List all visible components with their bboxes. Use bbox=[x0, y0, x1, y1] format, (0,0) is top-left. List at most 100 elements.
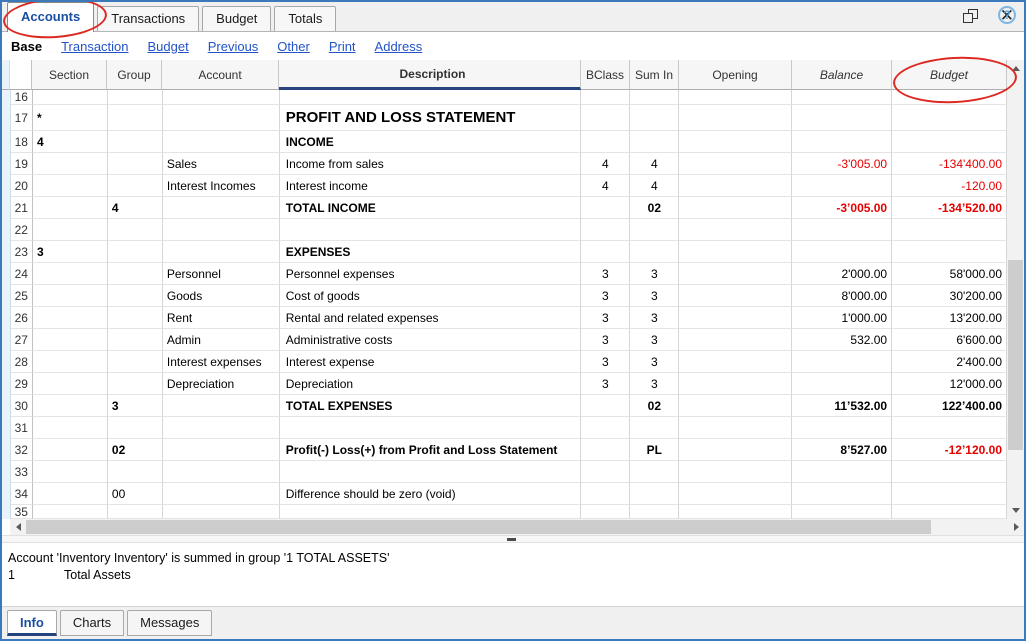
cell-budget[interactable] bbox=[892, 461, 1007, 483]
cell-section[interactable] bbox=[32, 505, 108, 519]
cell-account[interactable] bbox=[162, 131, 280, 153]
cell-section[interactable] bbox=[32, 175, 108, 197]
cell-account[interactable] bbox=[162, 197, 280, 219]
cell-account[interactable]: Sales bbox=[162, 153, 280, 175]
cell-section[interactable] bbox=[32, 197, 108, 219]
cell-bclass[interactable] bbox=[581, 461, 631, 483]
cell-opening[interactable] bbox=[679, 461, 793, 483]
cell-account[interactable] bbox=[162, 105, 280, 131]
cell-budget[interactable]: -120.00 bbox=[892, 175, 1007, 197]
cell-desc[interactable] bbox=[279, 461, 582, 483]
cell-group[interactable] bbox=[107, 307, 163, 329]
cell-account[interactable] bbox=[162, 461, 280, 483]
cell-sumin[interactable]: 4 bbox=[630, 175, 680, 197]
cell-bclass[interactable] bbox=[581, 505, 631, 519]
column-header-desc[interactable]: Description bbox=[279, 60, 581, 90]
scroll-right-icon[interactable] bbox=[1008, 519, 1024, 535]
cell-budget[interactable]: 6'600.00 bbox=[892, 329, 1007, 351]
cell-sumin[interactable]: 02 bbox=[630, 197, 680, 219]
cell-account[interactable]: Interest Incomes bbox=[162, 175, 280, 197]
cell-sumin[interactable]: 3 bbox=[630, 373, 680, 395]
cell-group[interactable] bbox=[107, 105, 163, 131]
cell-bclass[interactable]: 3 bbox=[581, 307, 631, 329]
cell-balance[interactable] bbox=[792, 90, 893, 105]
cell-account[interactable] bbox=[162, 219, 280, 241]
cell-desc[interactable]: INCOME bbox=[279, 131, 582, 153]
cell-bclass[interactable] bbox=[581, 439, 631, 461]
cell-balance[interactable] bbox=[792, 241, 893, 263]
cell-sumin[interactable] bbox=[630, 241, 680, 263]
row-number[interactable]: 35 bbox=[11, 505, 33, 519]
cell-desc[interactable]: Difference should be zero (void) bbox=[279, 483, 582, 505]
row-number[interactable]: 23 bbox=[11, 241, 33, 263]
cell-section[interactable] bbox=[32, 395, 108, 417]
cell-group[interactable] bbox=[107, 417, 163, 439]
cell-group[interactable] bbox=[107, 153, 163, 175]
cell-balance[interactable] bbox=[792, 483, 893, 505]
cell-account[interactable]: Depreciation bbox=[162, 373, 280, 395]
row-number[interactable]: 24 bbox=[11, 263, 33, 285]
row-number[interactable]: 16 bbox=[11, 90, 33, 105]
cell-opening[interactable] bbox=[679, 241, 793, 263]
cell-balance[interactable]: 8’527.00 bbox=[792, 439, 893, 461]
cell-account[interactable]: Interest expenses bbox=[162, 351, 280, 373]
column-header-bclass[interactable]: BClass bbox=[581, 60, 630, 90]
cell-sumin[interactable]: 4 bbox=[630, 153, 680, 175]
cell-account[interactable]: Personnel bbox=[162, 263, 280, 285]
tab-totals[interactable]: Totals bbox=[274, 6, 337, 31]
view-link-address[interactable]: Address bbox=[375, 39, 423, 54]
cell-section[interactable] bbox=[32, 307, 108, 329]
cell-account[interactable] bbox=[162, 241, 280, 263]
cell-bclass[interactable]: 3 bbox=[581, 351, 631, 373]
cell-balance[interactable]: -3’005.00 bbox=[792, 197, 893, 219]
cell-desc[interactable]: Rental and related expenses bbox=[279, 307, 582, 329]
cell-section[interactable] bbox=[32, 373, 108, 395]
cell-group[interactable] bbox=[107, 90, 163, 105]
cell-account[interactable] bbox=[162, 90, 280, 105]
cell-desc[interactable]: TOTAL INCOME bbox=[279, 197, 582, 219]
row-number[interactable]: 22 bbox=[11, 219, 33, 241]
cell-budget[interactable]: 2'400.00 bbox=[892, 351, 1007, 373]
cell-desc[interactable] bbox=[279, 505, 582, 519]
cell-budget[interactable] bbox=[892, 219, 1007, 241]
cell-group[interactable] bbox=[107, 351, 163, 373]
cell-group[interactable]: 4 bbox=[107, 197, 163, 219]
cell-section[interactable] bbox=[32, 329, 108, 351]
panel-splitter[interactable] bbox=[2, 535, 1024, 543]
cell-opening[interactable] bbox=[679, 439, 793, 461]
column-header-section[interactable]: Section bbox=[32, 60, 107, 90]
cell-desc[interactable]: Income from sales bbox=[279, 153, 582, 175]
cell-opening[interactable] bbox=[679, 395, 793, 417]
cell-section[interactable] bbox=[32, 351, 108, 373]
cell-opening[interactable] bbox=[679, 105, 793, 131]
cell-bclass[interactable] bbox=[581, 395, 631, 417]
scroll-up-icon[interactable] bbox=[1007, 60, 1024, 77]
column-header-group[interactable]: Group bbox=[107, 60, 162, 90]
view-link-transaction[interactable]: Transaction bbox=[61, 39, 128, 54]
row-number[interactable]: 17 bbox=[11, 105, 33, 131]
scroll-down-icon[interactable] bbox=[1007, 502, 1024, 519]
cell-group[interactable] bbox=[107, 131, 163, 153]
row-number[interactable]: 25 bbox=[11, 285, 33, 307]
cell-group[interactable] bbox=[107, 263, 163, 285]
view-link-print[interactable]: Print bbox=[329, 39, 356, 54]
tab-accounts[interactable]: Accounts bbox=[7, 2, 95, 32]
cell-budget[interactable] bbox=[892, 105, 1007, 131]
cell-bclass[interactable]: 4 bbox=[581, 175, 631, 197]
cell-account[interactable] bbox=[162, 439, 280, 461]
cell-budget[interactable]: 58'000.00 bbox=[892, 263, 1007, 285]
cell-opening[interactable] bbox=[679, 505, 793, 519]
cell-desc[interactable] bbox=[279, 90, 582, 105]
cell-bclass[interactable] bbox=[581, 417, 631, 439]
cell-opening[interactable] bbox=[679, 90, 793, 105]
cell-section[interactable]: 4 bbox=[32, 131, 108, 153]
cell-budget[interactable]: 122’400.00 bbox=[892, 395, 1007, 417]
cell-bclass[interactable] bbox=[581, 105, 631, 131]
cell-bclass[interactable] bbox=[581, 197, 631, 219]
cell-opening[interactable] bbox=[679, 131, 793, 153]
cell-sumin[interactable]: 3 bbox=[630, 351, 680, 373]
cell-sumin[interactable] bbox=[630, 461, 680, 483]
bottom-tab-messages[interactable]: Messages bbox=[127, 610, 213, 636]
cell-balance[interactable] bbox=[792, 219, 893, 241]
row-number[interactable]: 29 bbox=[11, 373, 33, 395]
